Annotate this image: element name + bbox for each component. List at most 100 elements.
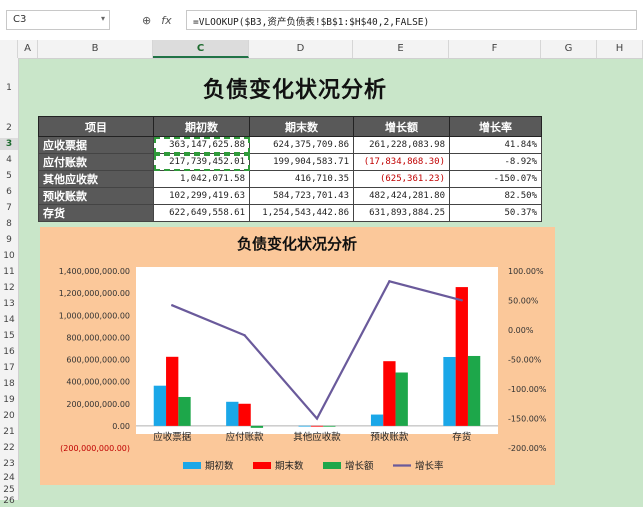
right-axis-tick: 0.00% — [508, 326, 534, 335]
category-label: 应付账款 — [226, 431, 265, 443]
fx-icon[interactable]: fx — [161, 14, 171, 27]
name-box[interactable]: C3 ▾ — [6, 10, 110, 30]
end-cell[interactable]: 1,254,543,442.86 — [249, 204, 354, 222]
rate-cell[interactable]: 50.37% — [449, 204, 542, 222]
rate-cell[interactable]: -150.07% — [449, 170, 542, 188]
bar — [298, 425, 311, 427]
item-cell[interactable]: 存货 — [38, 204, 154, 222]
row-header[interactable]: 13 — [0, 298, 18, 310]
row-header[interactable]: 8 — [0, 218, 18, 230]
row-header[interactable]: 12 — [0, 282, 18, 294]
bar — [250, 425, 264, 428]
growth-cell[interactable]: 482,424,281.80 — [353, 187, 450, 205]
rate-cell[interactable]: 82.50% — [449, 187, 542, 205]
right-axis-tick: 50.00% — [508, 297, 539, 306]
column-header[interactable]: G — [541, 40, 597, 58]
begin-cell[interactable]: 1,042,071.58 — [153, 170, 250, 188]
rate-point — [315, 417, 319, 420]
item-cell[interactable]: 其他应收款 — [38, 170, 154, 188]
row-header[interactable]: 9 — [0, 234, 18, 246]
row-header[interactable]: 19 — [0, 394, 18, 406]
row-header[interactable]: 14 — [0, 314, 18, 326]
rate-point — [388, 280, 391, 283]
begin-cell-selected[interactable]: 363,147,625.88 — [153, 136, 250, 154]
column-header[interactable]: D — [249, 40, 353, 58]
table-header-cell[interactable]: 增长额 — [353, 116, 450, 137]
column-header[interactable]: E — [353, 40, 449, 58]
table-header-cell[interactable]: 期末数 — [249, 116, 354, 137]
begin-cell[interactable]: 622,649,558.61 — [153, 204, 250, 222]
select-all-corner[interactable] — [0, 40, 18, 58]
begin-cell[interactable]: 217,739,452.01 — [153, 153, 250, 171]
legend-swatch — [253, 462, 271, 469]
row-header[interactable]: 5 — [0, 170, 18, 182]
row-header[interactable]: 2 — [0, 122, 18, 134]
formula-input[interactable]: =VLOOKUP($B3,资产负债表!$B$1:$H$40,2,FALSE) — [186, 10, 637, 30]
growth-cell[interactable]: (625,361.23) — [353, 170, 450, 188]
end-cell[interactable]: 416,710.35 — [249, 170, 354, 188]
row-header[interactable]: 22 — [0, 442, 18, 454]
legend-swatch — [183, 462, 201, 469]
end-cell[interactable]: 624,375,709.86 — [249, 136, 354, 154]
begin-cell[interactable]: 102,299,419.63 — [153, 187, 250, 205]
column-header[interactable]: B — [38, 40, 153, 58]
row-header[interactable]: 16 — [0, 346, 18, 358]
column-header[interactable]: F — [449, 40, 541, 58]
row-header[interactable]: 18 — [0, 378, 18, 390]
row-header[interactable]: 11 — [0, 266, 18, 278]
table-header-cell[interactable]: 项目 — [38, 116, 154, 137]
row-header-selected[interactable]: 3 — [0, 138, 18, 150]
chevron-down-icon[interactable]: ▾ — [101, 14, 105, 23]
table-row: 预收账款 102,299,419.63 584,723,701.43 482,4… — [38, 187, 542, 205]
row-header[interactable]: 21 — [0, 426, 18, 438]
left-axis-tick: 1,200,000,000.00 — [59, 289, 130, 298]
name-box-value: C3 — [13, 14, 27, 25]
item-cell[interactable]: 应收票据 — [38, 136, 154, 154]
bar — [310, 425, 324, 427]
row-header[interactable]: 20 — [0, 410, 18, 422]
bar — [323, 425, 336, 427]
right-axis-tick: -100.00% — [508, 385, 547, 394]
rate-cell[interactable]: 41.84% — [449, 136, 542, 154]
row-header[interactable]: 17 — [0, 362, 18, 374]
row-headers: 1 2 3 4 5 6 7 8 9 10 11 12 13 14 15 16 1… — [0, 58, 19, 506]
growth-cell[interactable]: 261,228,083.98 — [353, 136, 450, 154]
row-header[interactable]: 26 — [0, 495, 18, 507]
row-header[interactable]: 7 — [0, 202, 18, 214]
row-header[interactable]: 6 — [0, 186, 18, 198]
sheet-title[interactable]: 负债变化状况分析 — [150, 72, 440, 104]
left-axis-tick: 1,000,000,000.00 — [59, 311, 130, 320]
bar — [455, 287, 468, 426]
row-header[interactable]: 15 — [0, 330, 18, 342]
left-axis-tick: 0.00 — [112, 422, 130, 431]
item-cell[interactable]: 预收账款 — [38, 187, 154, 205]
chart-area[interactable]: 负债变化状况分析 1,400,000,000.00 1,200,000,000.00… — [40, 227, 555, 485]
column-header[interactable]: A — [18, 40, 38, 58]
row-header[interactable]: 24 — [0, 472, 18, 484]
end-cell[interactable]: 199,904,583.71 — [249, 153, 354, 171]
category-label: 存货 — [452, 431, 471, 443]
end-cell[interactable]: 584,723,701.43 — [249, 187, 354, 205]
table-header-cell[interactable]: 增长率 — [449, 116, 542, 137]
table-row: 其他应收款 1,042,071.58 416,710.35 (625,361.2… — [38, 170, 542, 188]
bar — [238, 403, 251, 426]
bar — [178, 396, 191, 426]
row-header[interactable]: 4 — [0, 154, 18, 166]
rate-cell[interactable]: -8.92% — [449, 153, 542, 171]
bar — [166, 356, 179, 426]
left-axis-tick: (200,000,000.00) — [60, 444, 130, 453]
legend-label: 增长率 — [415, 460, 444, 472]
row-header[interactable]: 10 — [0, 250, 18, 262]
growth-cell[interactable]: 631,893,884.25 — [353, 204, 450, 222]
row-header[interactable]: 1 — [0, 82, 18, 94]
category-label: 应收票据 — [153, 431, 192, 443]
chart-title: 负债变化状况分析 — [237, 235, 357, 253]
table-header-cell[interactable]: 期初数 — [153, 116, 250, 137]
column-header[interactable]: H — [597, 40, 643, 58]
column-header-selected[interactable]: C — [153, 40, 249, 58]
zoom-search-icon[interactable]: ⊕ — [142, 14, 151, 27]
item-cell[interactable]: 应付账款 — [38, 153, 154, 171]
growth-cell[interactable]: (17,834,868.30) — [353, 153, 450, 171]
row-header[interactable]: 23 — [0, 458, 18, 470]
rate-point — [460, 299, 463, 302]
